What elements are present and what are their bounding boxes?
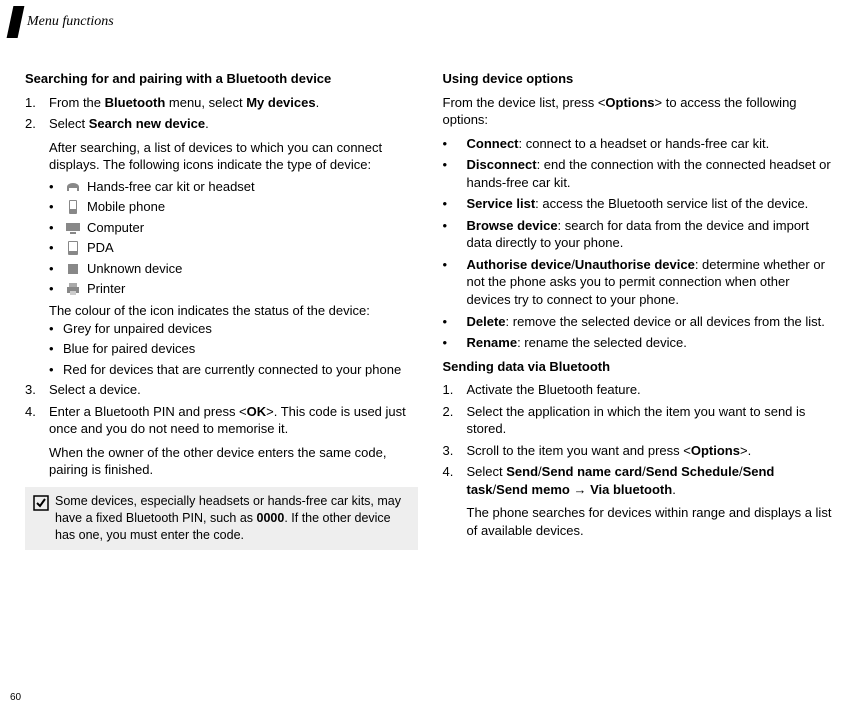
option-delete: • Delete: remove the selected device or … [443,313,836,331]
right-heading-1: Using device options [443,70,836,88]
color-status-intro: The colour of the icon indicates the sta… [49,302,418,320]
mobile-phone-icon [63,200,83,214]
unknown-device-icon [63,262,83,276]
right-column: Using device options From the device lis… [443,70,836,550]
color-status-item: • Red for devices that are currently con… [49,361,418,379]
step-number: 3. [25,381,49,399]
device-type-item: • PDA [49,239,418,257]
computer-icon [63,221,83,235]
options-intro: From the device list, press <Options> to… [443,94,836,129]
content-columns: Searching for and pairing with a Bluetoo… [25,70,835,550]
send-step-3: 3. Scroll to the item you want and press… [443,442,836,460]
left-column: Searching for and pairing with a Bluetoo… [25,70,418,550]
option-connect: • Connect: connect to a headset or hands… [443,135,836,153]
right-heading-2: Sending data via Bluetooth [443,358,836,376]
step-number: 2. [25,115,49,174]
device-type-item: • Printer [49,280,418,298]
headset-icon [63,180,83,194]
step-number: 1. [443,381,467,399]
send-step-1: 1. Activate the Bluetooth feature. [443,381,836,399]
step-number: 4. [25,403,49,479]
note-check-icon [33,493,55,544]
step-4: 4. Enter a Bluetooth PIN and press <OK>.… [25,403,418,479]
left-heading: Searching for and pairing with a Bluetoo… [25,70,418,88]
option-service-list: • Service list: access the Bluetooth ser… [443,195,836,213]
step-number: 4. [443,463,467,539]
step-3: 3. Select a device. [25,381,418,399]
device-type-item: • Unknown device [49,260,418,278]
option-rename: • Rename: rename the selected device. [443,334,836,352]
page-header: Menu functions [10,6,114,38]
header-accent-bar [7,6,25,38]
option-browse-device: • Browse device: search for data from th… [443,217,836,252]
step-1: 1. From the Bluetooth menu, select My de… [25,94,418,112]
device-type-item: • Hands-free car kit or headset [49,178,418,196]
step-2: 2. Select Search new device. After searc… [25,115,418,174]
header-title: Menu functions [27,14,114,30]
page-number: 60 [10,692,21,703]
color-status-item: • Blue for paired devices [49,340,418,358]
send-step-2: 2. Select the application in which the i… [443,403,836,438]
option-disconnect: • Disconnect: end the connection with th… [443,156,836,191]
send-step-4: 4. Select Send/Send name card/Send Sched… [443,463,836,539]
step-number: 2. [443,403,467,438]
step-number: 1. [25,94,49,112]
device-type-item: • Computer [49,219,418,237]
color-status-item: • Grey for unpaired devices [49,320,418,338]
note-box: Some devices, especially headsets or han… [25,487,418,550]
step-number: 3. [443,442,467,460]
pda-icon [63,241,83,255]
printer-icon [63,282,83,296]
device-type-item: • Mobile phone [49,198,418,216]
option-authorise: • Authorise device/Unauthorise device: d… [443,256,836,309]
